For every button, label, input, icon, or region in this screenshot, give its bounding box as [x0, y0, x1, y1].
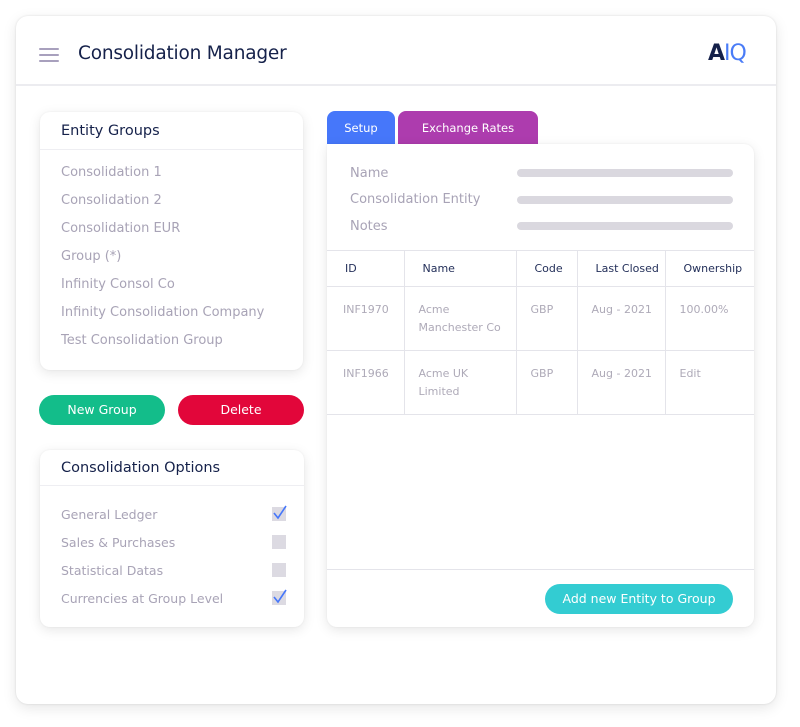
field-row-name: Name: [350, 160, 734, 187]
option-row: Sales & Purchases: [61, 528, 286, 556]
cell-code: GBP: [515, 350, 577, 415]
field-row-consolidation-entity: Consolidation Entity: [350, 187, 734, 214]
entity-groups-card: Entity Groups Consolidation 1 Consolidat…: [40, 112, 303, 370]
checkmark-icon: [273, 589, 287, 604]
option-label: Currencies at Group Level: [61, 590, 224, 606]
cell-name: Acme UK Limited: [403, 350, 516, 415]
entity-group-item[interactable]: Consolidation 1: [61, 164, 303, 192]
cell-id: INF1966: [327, 350, 404, 415]
name-input[interactable]: [517, 169, 733, 178]
option-row: Currencies at Group Level: [61, 584, 287, 612]
tab-setup[interactable]: Setup: [327, 111, 395, 145]
notes-input[interactable]: [517, 222, 733, 231]
field-label: Notes: [350, 218, 388, 234]
hamburger-menu-icon[interactable]: [39, 48, 59, 62]
cell-name: Acme Manchester Co: [403, 286, 516, 351]
cell-last-closed: Aug - 2021: [576, 350, 665, 415]
option-row: General Ledger: [61, 500, 287, 528]
delete-button[interactable]: Delete: [178, 395, 304, 425]
setup-fields: Name Consolidation Entity Notes: [327, 144, 754, 240]
entity-groups-title: Entity Groups: [40, 112, 303, 150]
consolidation-entity-input[interactable]: [517, 195, 733, 204]
panel-divider: [327, 569, 754, 570]
edit-link[interactable]: Edit: [664, 350, 754, 415]
add-entity-button[interactable]: Add new Entity to Group: [545, 584, 733, 614]
entity-groups-list: Consolidation 1 Consolidation 2 Consolid…: [40, 150, 303, 360]
table-row[interactable]: INF1966 Acme UK Limited GBP Aug - 2021 E…: [327, 350, 754, 415]
column-header-name[interactable]: Name: [403, 250, 516, 287]
cell-code: GBP: [515, 286, 577, 351]
logo-iq: IQ: [724, 41, 747, 66]
entity-group-item[interactable]: Group (*): [61, 248, 303, 276]
column-header-last-closed[interactable]: Last Closed: [576, 250, 665, 287]
checkmark-icon: [273, 505, 287, 520]
cell-last-closed: Aug - 2021: [576, 286, 665, 351]
option-label: Sales & Purchases: [61, 534, 176, 550]
top-bar: Consolidation Manager AIQ: [16, 16, 776, 86]
aiq-logo: AIQ: [708, 41, 747, 66]
entity-group-item[interactable]: Test Consolidation Group: [61, 332, 303, 360]
column-header-ownership[interactable]: Ownership: [664, 250, 754, 287]
cell-ownership: 100.00%: [664, 286, 754, 351]
entity-group-item[interactable]: Consolidation 2: [61, 192, 303, 220]
app-window: Consolidation Manager AIQ Entity Groups …: [16, 16, 776, 704]
app-title: Consolidation Manager: [78, 43, 287, 64]
table-header-row: ID Name Code Last Closed Ownership: [327, 250, 754, 287]
setup-panel: Name Consolidation Entity Notes ID Name …: [327, 144, 754, 627]
statistical-datas-checkbox[interactable]: [272, 563, 286, 577]
option-row: Statistical Datas: [61, 556, 286, 584]
field-row-notes: Notes: [350, 213, 734, 240]
sales-purchases-checkbox[interactable]: [272, 535, 286, 549]
table-row[interactable]: INF1970 Acme Manchester Co GBP Aug - 202…: [327, 286, 754, 351]
currencies-group-level-checkbox[interactable]: [272, 589, 287, 605]
option-label: Statistical Datas: [61, 562, 164, 578]
option-label: General Ledger: [61, 506, 158, 522]
column-header-id[interactable]: ID: [327, 250, 404, 287]
consolidation-options-title: Consolidation Options: [40, 450, 304, 486]
column-header-code[interactable]: Code: [515, 250, 577, 287]
cell-id: INF1970: [327, 286, 404, 351]
general-ledger-checkbox[interactable]: [272, 505, 287, 521]
entity-group-item[interactable]: Infinity Consol Co: [61, 276, 303, 304]
tab-exchange-rates[interactable]: Exchange Rates: [398, 111, 538, 145]
new-group-button[interactable]: New Group: [39, 395, 165, 425]
options-list: General Ledger Sales & Purchases Statist…: [40, 486, 304, 612]
entities-table: ID Name Code Last Closed Ownership INF19…: [327, 250, 754, 415]
logo-a: A: [708, 41, 725, 66]
field-label: Name: [350, 165, 389, 181]
entity-group-item[interactable]: Consolidation EUR: [61, 220, 303, 248]
entity-group-item[interactable]: Infinity Consolidation Company: [61, 304, 303, 332]
field-label: Consolidation Entity: [350, 192, 481, 208]
consolidation-options-card: Consolidation Options General Ledger Sal…: [40, 450, 304, 627]
